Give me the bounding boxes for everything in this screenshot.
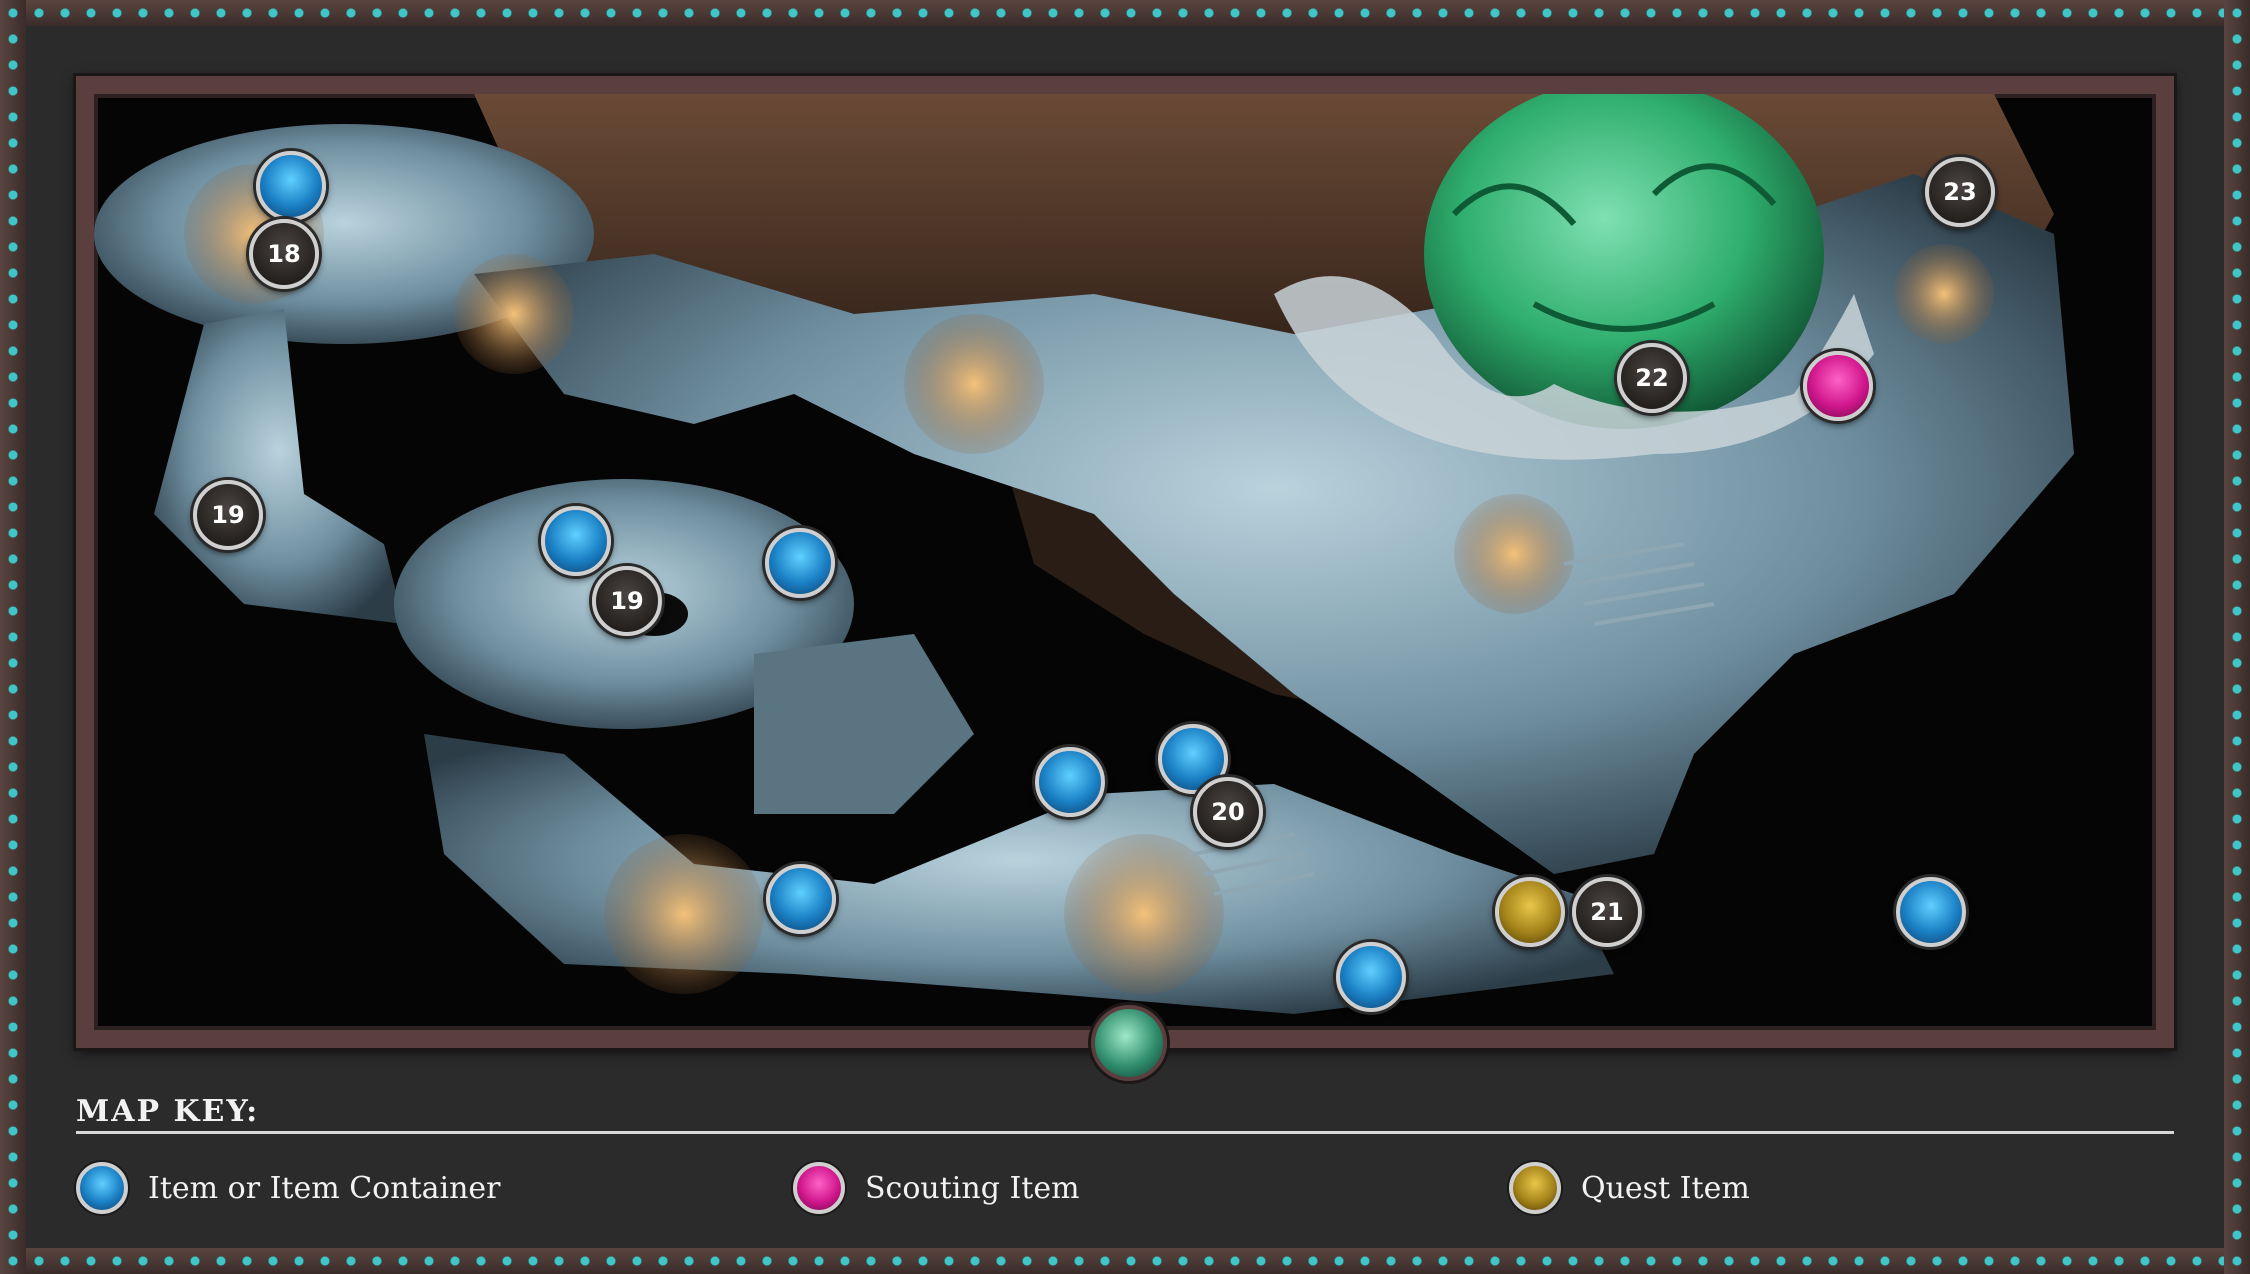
legend-label: Scouting Item <box>865 1170 1080 1206</box>
legend-item-container: Item or Item Container <box>76 1160 501 1216</box>
legend-quest-item: Quest Item <box>1509 1160 1750 1216</box>
item-marker[interactable] <box>1336 942 1406 1012</box>
location-marker-23[interactable]: 23 <box>1925 157 1995 227</box>
legend-label: Item or Item Container <box>148 1170 501 1206</box>
dungeon-map-art <box>94 94 2074 1014</box>
scouting-item-marker[interactable] <box>1803 351 1873 421</box>
border-beads-right <box>2224 0 2250 1274</box>
border-beads-bottom <box>0 1248 2250 1274</box>
border-beads-left <box>0 0 26 1274</box>
legend-scouting-item: Scouting Item <box>793 1160 1080 1216</box>
item-marker[interactable] <box>765 528 835 598</box>
location-marker-18[interactable]: 18 <box>249 219 319 289</box>
location-marker-20[interactable]: 20 <box>1193 777 1263 847</box>
border-beads-top <box>0 0 2250 26</box>
item-marker[interactable] <box>1035 747 1105 817</box>
frame-gem-ornament <box>1091 1005 1167 1081</box>
item-legend-icon <box>76 1162 128 1214</box>
map-frame: 18 19 19 20 21 22 23 <box>73 73 2177 1051</box>
legend-label: Quest Item <box>1581 1170 1750 1206</box>
quest-item-marker[interactable] <box>1495 877 1565 947</box>
item-marker[interactable] <box>541 506 611 576</box>
map-key-title: MAP KEY: <box>76 1094 260 1129</box>
item-marker[interactable] <box>1896 877 1966 947</box>
item-marker[interactable] <box>256 151 326 221</box>
scouting-legend-icon <box>793 1162 845 1214</box>
quest-legend-icon <box>1509 1162 1561 1214</box>
location-marker-19[interactable]: 19 <box>193 480 263 550</box>
location-marker-19[interactable]: 19 <box>592 566 662 636</box>
location-marker-21[interactable]: 21 <box>1572 877 1642 947</box>
item-marker[interactable] <box>766 864 836 934</box>
map-key-divider <box>76 1131 2174 1134</box>
location-marker-22[interactable]: 22 <box>1617 343 1687 413</box>
